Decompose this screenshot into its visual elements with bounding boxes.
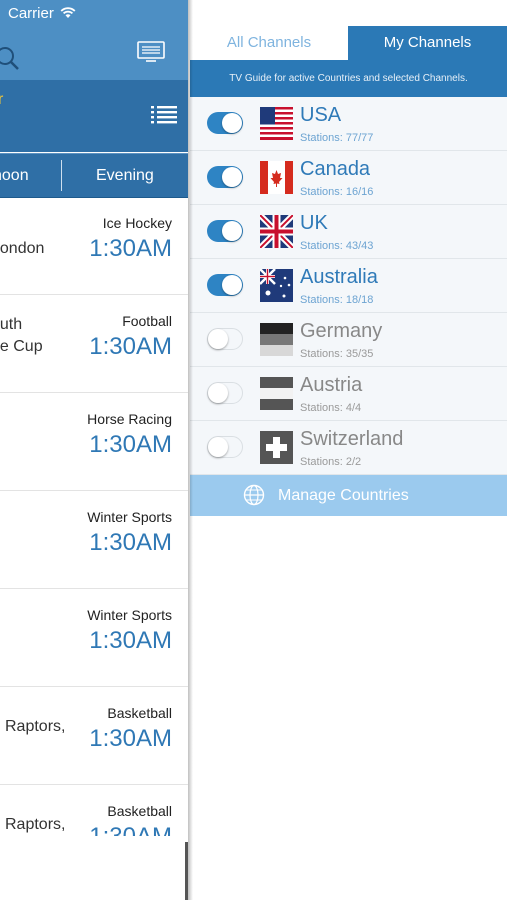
- event-sport: Winter Sports: [87, 607, 172, 623]
- event-row[interactable]: London Ice Hockey 1:30AM: [0, 197, 188, 295]
- country-row-uk[interactable]: UK Stations: 43/43: [190, 205, 507, 259]
- manage-countries-label: Manage Countries: [278, 487, 409, 504]
- event-sport: Horse Racing: [87, 411, 172, 427]
- toggle-knob: [222, 275, 242, 295]
- event-row[interactable]: outh ge Cup Football 1:30AM: [0, 295, 188, 393]
- globe-icon: [243, 484, 265, 506]
- country-stations: Stations: 4/4: [300, 402, 362, 414]
- country-name: Germany: [300, 320, 383, 342]
- country-name: UK: [300, 212, 328, 234]
- country-toggle[interactable]: [207, 112, 243, 134]
- list-clip: [0, 836, 188, 900]
- channel-tabs: All Channels My Channels: [190, 26, 507, 60]
- country-stations: Stations: 2/2: [300, 456, 362, 468]
- country-name: USA: [300, 104, 342, 126]
- country-stations: Stations: 43/43: [300, 240, 374, 252]
- country-stations: Stations: 16/16: [300, 186, 374, 198]
- country-row-usa[interactable]: USA Stations: 77/77: [190, 97, 507, 151]
- event-row[interactable]: Raptors, Basketball 1:30AM: [0, 687, 188, 785]
- country-toggle[interactable]: [207, 166, 243, 188]
- schedule-panel: Carrier r noon Evening London: [0, 0, 188, 900]
- toggle-knob: [222, 167, 242, 187]
- event-row[interactable]: Winter Sports 1:30AM: [0, 491, 188, 589]
- country-row-germany[interactable]: Germany Stations: 35/35: [190, 313, 507, 367]
- country-row-canada[interactable]: Canada Stations: 16/16: [190, 151, 507, 205]
- uk-flag-icon: [260, 215, 293, 248]
- segment-divider: [61, 160, 62, 191]
- us-flag-icon: [260, 107, 293, 140]
- toggle-knob: [208, 437, 228, 457]
- toggle-knob: [222, 113, 242, 133]
- panel-shadow: [188, 0, 193, 900]
- event-time: 1:30AM: [89, 627, 172, 654]
- country-row-switzerland[interactable]: Switzerland Stations: 2/2: [190, 421, 507, 475]
- canada-flag-icon: [260, 161, 293, 194]
- segment-afternoon[interactable]: noon: [0, 154, 29, 197]
- country-name: Austria: [300, 374, 363, 396]
- country-stations: Stations: 18/18: [300, 294, 374, 306]
- channels-panel: All Channels My Channels TV Guide for ac…: [190, 0, 507, 900]
- event-row[interactable]: Winter Sports 1:30AM: [0, 589, 188, 687]
- wifi-icon: [60, 7, 76, 18]
- segment-evening[interactable]: Evening: [96, 154, 154, 197]
- event-sport: Football: [122, 313, 172, 329]
- tv-icon[interactable]: [137, 41, 165, 63]
- country-name: Canada: [300, 158, 371, 180]
- time-of-day-segments: noon Evening: [0, 153, 188, 198]
- banner-text: r: [0, 91, 4, 108]
- list-view-icon[interactable]: [151, 105, 177, 125]
- australia-flag-icon: [260, 269, 293, 302]
- event-sport: Ice Hockey: [102, 215, 172, 231]
- event-title: outh ge Cup: [0, 316, 43, 355]
- tv-guide-subtitle: TV Guide for active Countries and select…: [190, 60, 507, 97]
- event-time: 1:30AM: [89, 725, 172, 752]
- event-time: 1:30AM: [89, 333, 172, 360]
- event-time: 1:30AM: [89, 529, 172, 556]
- nav-bar: Carrier: [0, 0, 188, 80]
- toggle-knob: [208, 383, 228, 403]
- switzerland-flag-icon: [260, 431, 293, 464]
- germany-flag-icon: [260, 323, 293, 356]
- tab-my-channels[interactable]: My Channels: [348, 26, 507, 60]
- country-row-australia[interactable]: Australia Stations: 18/18: [190, 259, 507, 313]
- toggle-knob: [222, 221, 242, 241]
- country-toggle[interactable]: [207, 328, 243, 350]
- carrier-label: Carrier: [8, 5, 54, 22]
- search-icon[interactable]: [0, 46, 24, 72]
- country-toggle[interactable]: [207, 274, 243, 296]
- country-toggle[interactable]: [207, 436, 243, 458]
- country-name: Australia: [300, 266, 378, 288]
- country-toggle[interactable]: [207, 382, 243, 404]
- country-stations: Stations: 35/35: [300, 348, 374, 360]
- country-row-austria[interactable]: Austria Stations: 4/4: [190, 367, 507, 421]
- event-sport: Basketball: [107, 705, 172, 721]
- austria-flag-icon: [260, 377, 293, 410]
- event-row[interactable]: Horse Racing 1:30AM: [0, 393, 188, 491]
- manage-countries-button[interactable]: Manage Countries: [190, 475, 507, 516]
- event-title: Raptors,: [5, 718, 66, 735]
- event-time: 1:30AM: [89, 235, 172, 262]
- country-stations: Stations: 77/77: [300, 132, 374, 144]
- tab-all-channels[interactable]: All Channels: [190, 26, 348, 60]
- country-toggle[interactable]: [207, 220, 243, 242]
- country-list: USA Stations: 77/77 Canada Stations: 16/…: [190, 97, 507, 475]
- country-name: Switzerland: [300, 428, 404, 450]
- event-title: London: [0, 240, 45, 257]
- event-time: 1:30AM: [89, 431, 172, 458]
- event-list: London Ice Hockey 1:30AM outh ge Cup Foo…: [0, 197, 188, 883]
- event-sport: Basketball: [107, 803, 172, 819]
- event-sport: Winter Sports: [87, 509, 172, 525]
- toggle-knob: [208, 329, 228, 349]
- event-title: Raptors,: [5, 816, 66, 833]
